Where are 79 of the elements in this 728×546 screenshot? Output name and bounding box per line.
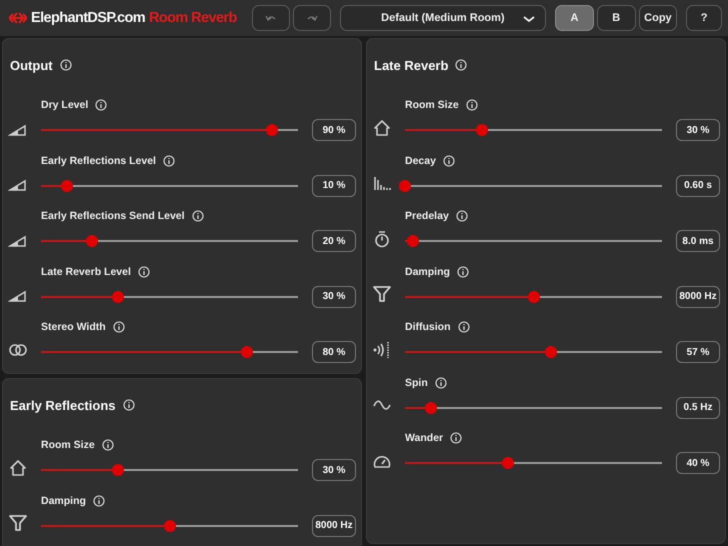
parameter-label: Dry Level	[41, 99, 88, 111]
value-field[interactable]: 8.0 ms	[676, 230, 720, 252]
slider-thumb[interactable]	[266, 124, 278, 136]
ab-toggle-button[interactable]: B	[596, 5, 636, 31]
info-icon[interactable]	[60, 59, 72, 71]
parameter-label: Early Reflections Level	[41, 154, 156, 166]
copy-button[interactable]: Copy	[638, 5, 678, 31]
parameter-label: Diffusion	[405, 321, 450, 333]
slider-thumb[interactable]	[112, 290, 124, 302]
info-icon[interactable]	[102, 439, 114, 451]
slider-thumb[interactable]	[399, 180, 411, 192]
value-field[interactable]: 80 %	[312, 341, 356, 363]
slider-thumb[interactable]	[240, 346, 253, 358]
parameter-label: Early Reflections Send Level	[41, 210, 185, 222]
info-icon[interactable]	[434, 376, 447, 388]
value-field[interactable]: 57 %	[676, 341, 720, 363]
info-icon[interactable]	[456, 210, 468, 222]
section-title: Output	[10, 58, 53, 72]
info-icon[interactable]	[455, 59, 468, 71]
parameter-label: Stereo Width	[41, 321, 106, 333]
section-title: Late Reverb	[374, 58, 448, 72]
parameter-label: Spin	[405, 376, 428, 388]
info-icon[interactable]	[458, 321, 470, 333]
parameter-label: Late Reverb Level	[41, 266, 131, 278]
chevron-down-icon	[523, 15, 536, 23]
info-icon[interactable]	[122, 399, 134, 411]
preset-dropdown[interactable]: Default (Medium Room)	[340, 5, 546, 31]
value-field[interactable]: 8000 Hz	[676, 286, 720, 308]
ab-toggle-button[interactable]: A	[555, 5, 594, 31]
value-field[interactable]: 0.5 Hz	[676, 396, 720, 418]
house-icon	[8, 458, 28, 478]
value-field[interactable]: 30 %	[312, 286, 356, 308]
product-name: Room Reverb	[149, 10, 237, 26]
brand-name: ElephantDSP.com	[31, 10, 146, 26]
funnel-icon	[8, 513, 28, 534]
stopwatch-icon	[372, 228, 392, 249]
value-field[interactable]: 30 %	[676, 119, 720, 141]
slider-thumb[interactable]	[164, 520, 176, 532]
value-field[interactable]: 30 %	[312, 459, 356, 481]
parameter-label: Wander	[405, 432, 444, 444]
info-icon[interactable]	[466, 99, 478, 111]
waves-icon	[372, 340, 392, 360]
parameter-label: Damping	[405, 266, 450, 278]
info-icon[interactable]	[442, 154, 455, 166]
parameter-label: Room Size	[41, 439, 95, 451]
slider-thumb[interactable]	[476, 124, 488, 136]
house-icon	[372, 118, 392, 138]
logo-icon	[9, 12, 27, 24]
slider-thumb[interactable]	[86, 235, 98, 247]
value-field[interactable]: 90 %	[312, 119, 356, 141]
info-icon[interactable]	[192, 210, 204, 222]
value-field[interactable]: 8000 Hz	[312, 514, 356, 536]
info-icon[interactable]	[162, 154, 175, 166]
value-field[interactable]: 0.60 s	[676, 174, 720, 196]
slider-thumb[interactable]	[528, 290, 540, 302]
slider-thumb[interactable]	[60, 180, 73, 192]
info-icon[interactable]	[138, 266, 150, 278]
value-field[interactable]: 10 %	[312, 174, 356, 196]
slider-thumb[interactable]	[545, 346, 558, 358]
parameter-label: Decay	[405, 154, 436, 166]
value-field[interactable]: 40 %	[676, 452, 720, 474]
slider-thumb[interactable]	[406, 235, 419, 247]
parameter-label: Predelay	[405, 210, 449, 222]
funnel-icon	[372, 284, 392, 304]
value-field[interactable]: 20 %	[312, 230, 356, 252]
info-icon[interactable]	[95, 99, 108, 111]
info-icon[interactable]	[456, 266, 469, 278]
section-title: Early Reflections	[10, 398, 116, 412]
undo-icon	[265, 13, 278, 23]
parameter-label: Room Size	[405, 99, 459, 111]
info-icon[interactable]	[92, 494, 105, 506]
parameter-label: Damping	[41, 494, 86, 506]
help-button[interactable]: ?	[686, 5, 722, 31]
slider-thumb[interactable]	[424, 402, 437, 414]
slider-thumb[interactable]	[112, 464, 124, 476]
redo-icon	[306, 13, 318, 23]
info-icon[interactable]	[450, 432, 462, 444]
info-icon[interactable]	[112, 321, 125, 333]
slider-thumb[interactable]	[502, 457, 514, 469]
